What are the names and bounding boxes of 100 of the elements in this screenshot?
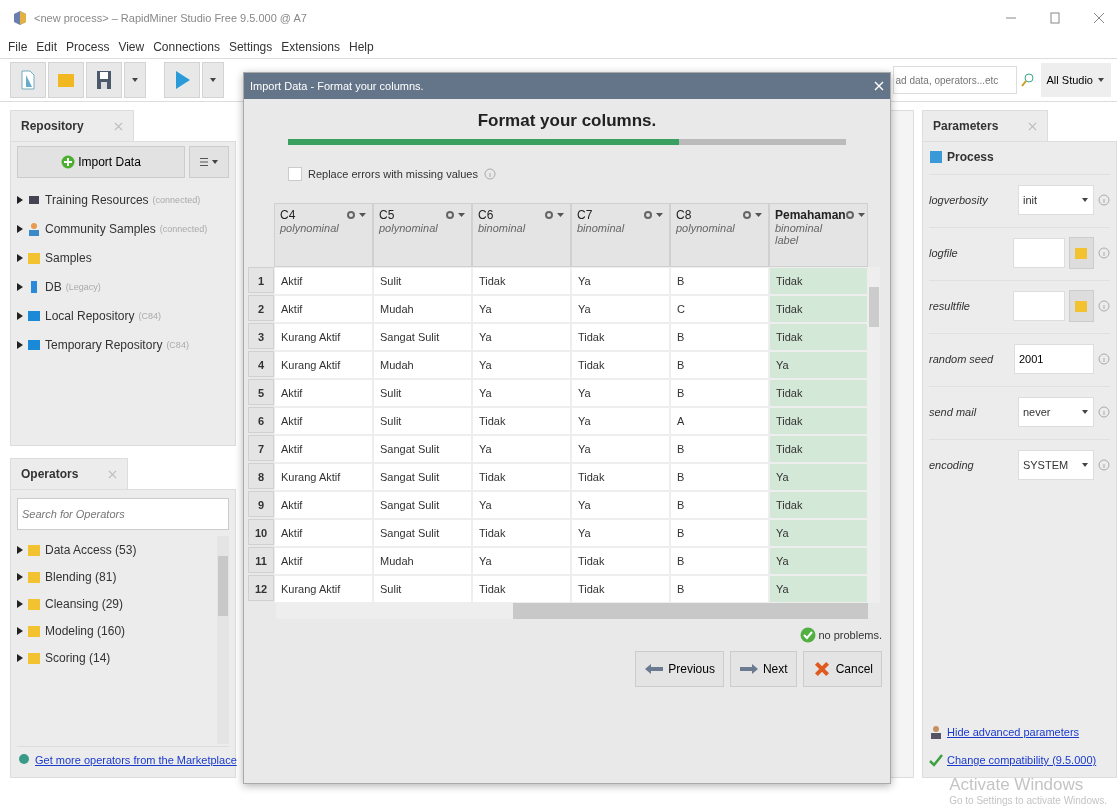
menu-item[interactable]: View [118,40,145,54]
parameter-field[interactable] [1012,291,1065,321]
expand-arrow-icon[interactable] [17,653,23,662]
info-icon[interactable] [1098,194,1110,206]
table-cell: Sangat Sulit [373,491,472,519]
table-cell: Tidak [769,267,868,295]
table-cell: B [670,547,769,575]
parameter-field[interactable]: 2001 [1014,344,1094,374]
parameter-field[interactable] [1012,238,1065,268]
row-number: 11 [248,547,274,573]
new-process-button[interactable] [10,62,46,98]
scrollbar[interactable] [276,603,868,619]
menu-item[interactable]: Settings [228,40,273,54]
operator-group[interactable]: Blending (81) [17,563,217,590]
operator-search-field[interactable]: Search for Operators [17,498,229,530]
panel-tab[interactable]: Repository [10,110,134,141]
info-icon[interactable] [1098,353,1110,365]
menu-item[interactable]: Connections [153,40,220,54]
previous-button[interactable]: Previous [635,651,724,687]
folder-button[interactable] [1068,237,1094,269]
compatibility-link[interactable]: Change compatibility (9.5.000) [947,754,1097,766]
parameter-dropdown[interactable]: never [1017,397,1094,427]
expand-arrow-icon[interactable] [17,572,23,581]
panel-tab[interactable]: Operators [10,458,129,489]
caret-icon [131,76,139,84]
info-icon[interactable] [1098,247,1110,259]
expand-arrow-icon[interactable] [17,224,23,233]
operator-group[interactable]: Data Access (53) [17,536,217,563]
scope-dropdown[interactable]: All Studio [1040,63,1111,97]
expand-arrow-icon[interactable] [17,195,23,204]
info-icon[interactable] [1098,459,1110,471]
operator-group[interactable]: Scoring (14) [17,644,217,671]
table-cell: B [670,575,769,603]
checkbox[interactable] [288,167,302,181]
info-icon[interactable] [483,168,496,180]
menu-item[interactable]: Edit [36,40,58,54]
table-cell: Ya [769,575,868,603]
search-icon[interactable] [1019,72,1036,88]
folder-button[interactable] [1068,290,1094,322]
next-button[interactable]: Next [729,651,797,687]
repository-item[interactable]: Local Repository (C84) [17,302,229,329]
menu-item[interactable]: Help [348,40,374,54]
table-cell: Ya [571,435,670,463]
column-header[interactable]: Pemahaman binominal label [769,203,868,267]
column-header[interactable]: C7 binominal [571,203,670,267]
gear-icon[interactable] [743,210,763,220]
folder-icon [27,542,41,557]
save-button[interactable] [86,62,122,98]
repository-item[interactable]: Community Samples (connected) [17,215,229,242]
caret-icon [1081,408,1089,416]
gear-icon[interactable] [845,210,866,220]
gear-icon[interactable] [545,210,565,220]
column-header[interactable]: C5 polynominal [373,203,472,267]
table-cell: Sulit [373,267,472,295]
close-icon[interactable] [1093,12,1105,24]
expand-arrow-icon[interactable] [17,282,23,291]
marketplace-link[interactable]: Get more operators from the Marketplace [35,754,237,766]
menu-button[interactable] [189,146,229,178]
repository-item[interactable]: Samples [17,244,229,271]
panel-tab[interactable]: Parameters [922,110,1049,141]
parameter-label: logfile [929,247,959,259]
menu-item[interactable]: File [8,40,28,54]
operator-group[interactable]: Cleansing (29) [17,590,217,617]
table-cell: Mudah [373,295,472,323]
run-button[interactable] [164,62,200,98]
import-data-button[interactable]: Import Data [17,146,185,178]
column-header[interactable]: C8 polynominal [670,203,769,267]
gear-icon[interactable] [347,210,367,220]
table-cell: B [670,267,769,295]
table-cell: Ya [472,491,571,519]
parameter-dropdown[interactable]: init [1017,185,1094,215]
menu-item[interactable]: Extensions [281,40,340,54]
cancel-button[interactable]: Cancel [802,651,882,687]
operator-group[interactable]: Modeling (160) [17,617,217,644]
globe-icon [17,753,31,767]
table-cell: Sangat Sulit [373,519,472,547]
expand-arrow-icon[interactable] [17,340,23,349]
column-header[interactable]: C4 polynominal [274,203,373,267]
hide-advanced-link[interactable]: Hide advanced parameters [947,726,1080,738]
repository-item[interactable]: DB (Legacy) [17,273,229,300]
table-cell: Aktif [274,295,373,323]
gear-icon[interactable] [644,210,664,220]
expand-arrow-icon[interactable] [17,311,23,320]
parameter-dropdown[interactable]: SYSTEM [1017,450,1094,480]
gear-icon[interactable] [446,210,466,220]
scrollbar[interactable] [868,267,880,603]
table-cell: Tidak [571,575,670,603]
expand-arrow-icon[interactable] [17,253,23,262]
repository-item[interactable]: Temporary Repository (C84) [17,331,229,358]
expand-arrow-icon[interactable] [17,545,23,554]
scrollbar[interactable] [217,536,229,744]
maximize-icon[interactable] [1049,12,1061,24]
menu-item[interactable]: Process [66,40,110,54]
info-icon[interactable] [1098,406,1110,418]
table-cell: Tidak [769,295,868,323]
info-icon[interactable] [1098,300,1110,312]
global-search-field[interactable]: ad data, operators...etc [892,66,1017,94]
expand-arrow-icon[interactable] [17,626,23,635]
expand-arrow-icon[interactable] [17,599,23,608]
column-header[interactable]: C6 binominal [472,203,571,267]
